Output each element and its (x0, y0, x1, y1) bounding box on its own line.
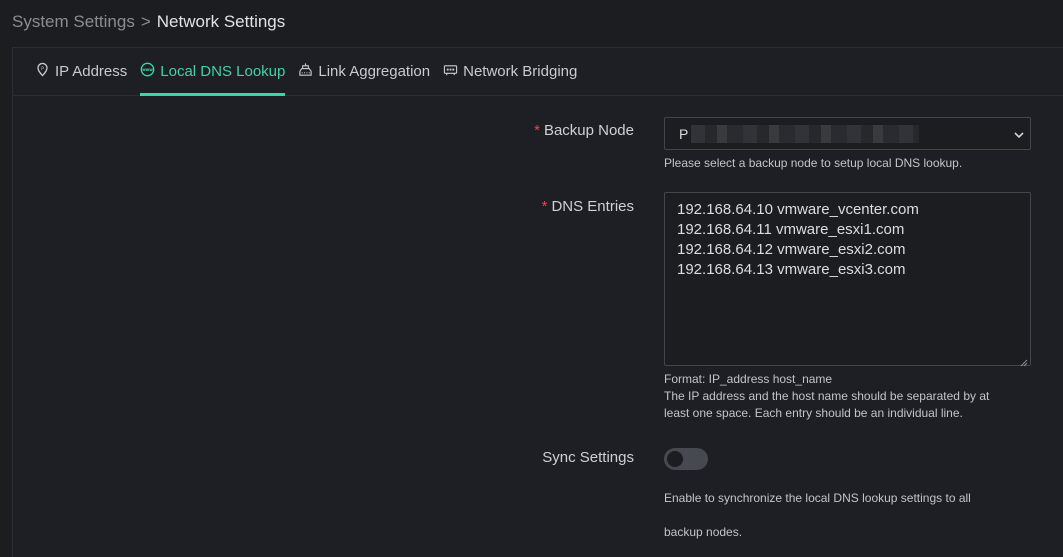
resize-grip-icon[interactable] (1019, 354, 1028, 367)
tab-label: Network Bridging (463, 63, 578, 80)
network-hub-icon (298, 62, 313, 81)
breadcrumb-parent[interactable]: System Settings (12, 12, 135, 32)
dns-format-hint: Format: IP_address host_name (664, 372, 833, 386)
dns-entries-label-text: DNS Entries (551, 198, 634, 215)
dns-rule-hint: least one space. Each entry should be an… (664, 406, 963, 420)
sync-settings-label-text: Sync Settings (542, 449, 634, 466)
required-asterisk: * (541, 198, 548, 215)
backup-node-value: P (679, 125, 689, 142)
backup-node-label: * Backup Node (534, 122, 634, 139)
www-icon: www (140, 62, 155, 81)
tab-ip-address[interactable]: P IP Address (35, 48, 127, 95)
sync-settings-toggle[interactable] (664, 448, 708, 470)
svg-text:www: www (142, 67, 153, 72)
tab-bar: P IP Address www Local DNS Lookup Link A… (13, 48, 1063, 96)
dns-entries-label: * DNS Entries (542, 198, 634, 215)
dns-entry-line: 192.168.64.11 vmware_esxi1.com (677, 221, 905, 238)
dns-entries-textarea[interactable]: 192.168.64.10 vmware_vcenter.com 192.168… (664, 192, 1031, 367)
tab-label: IP Address (55, 63, 128, 80)
svg-text:P: P (41, 66, 44, 72)
backup-node-select[interactable]: P (664, 117, 1031, 150)
chevron-down-icon (1012, 128, 1026, 142)
tab-label: Local DNS Lookup (160, 63, 286, 80)
dns-entry-line: 192.168.64.10 vmware_vcenter.com (677, 201, 919, 218)
redacted-node-name (691, 125, 919, 143)
tab-label: Link Aggregation (318, 63, 431, 80)
sync-hint-line-1: Enable to synchronize the local DNS look… (664, 491, 971, 505)
dns-entries-hint: Format: IP_address host_name The IP addr… (664, 371, 989, 422)
sync-hint-line-2: backup nodes. (664, 525, 743, 539)
tab-link-aggregation[interactable]: Link Aggregation (298, 48, 430, 95)
toggle-knob (667, 451, 683, 467)
tab-network-bridging[interactable]: Network Bridging (443, 48, 577, 95)
dns-entry-line: 192.168.64.12 vmware_esxi2.com (677, 241, 906, 258)
dns-entry-line: 192.168.64.13 vmware_esxi3.com (677, 261, 906, 278)
sync-settings-label: Sync Settings (542, 449, 634, 466)
breadcrumb-current: Network Settings (156, 12, 286, 31)
breadcrumb: System Settings > Network Settings (12, 12, 285, 32)
dns-rule-hint: The IP address and the host name should … (664, 389, 990, 403)
bridge-icon (443, 62, 458, 81)
backup-node-hint: Please select a backup node to setup loc… (664, 156, 963, 170)
backup-node-label-text: Backup Node (543, 122, 634, 139)
tab-local-dns-lookup[interactable]: www Local DNS Lookup (140, 48, 286, 96)
location-pin-icon: P (35, 62, 50, 81)
breadcrumb-separator: > (140, 12, 151, 31)
required-asterisk: * (534, 122, 540, 139)
